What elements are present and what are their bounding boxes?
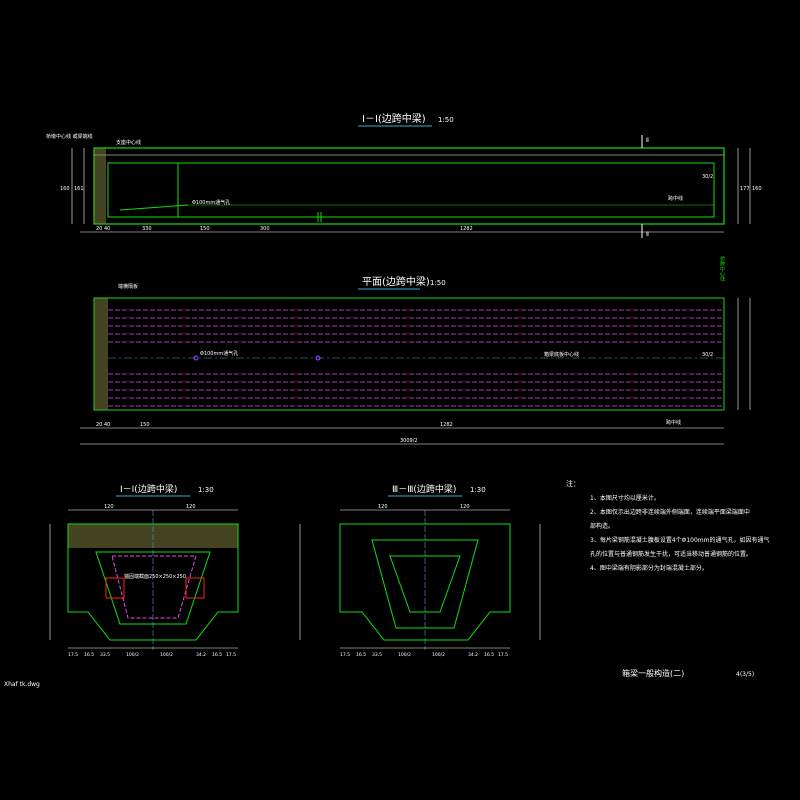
dim-text: 120 [186,504,196,510]
drawing-title: 箱梁一般构造(二) [622,668,684,678]
dim-text: 17.5 [498,652,508,658]
dim-text: 33.5 [100,652,110,658]
dim-text: 17.5 [68,652,78,658]
dim-text: 34.2 [468,652,478,658]
note-line: 2、本图仅示出边跨非连续端外侧端面，连续端平面梁端面中 [590,508,750,516]
dim-text: 100/2 [160,652,173,658]
plan-outline [93,297,725,411]
plan-span-label: 跨中线 [666,419,681,426]
dim-text: 20 [96,422,102,428]
end-block-hatch [94,148,106,224]
beam-outline [93,147,725,225]
dim-text: 3009/2 [400,438,418,444]
note-line: 3、每片梁钢筋混凝土腹板设置4个Φ100mm的通气孔，如因有通气 [590,536,770,544]
cad-drawing-canvas: Ⅰ－Ⅰ(边跨中梁) 1:50 Ⅱ Ⅱ 支座中心线 桥墩中心线 或梁端线 Φ100… [0,0,800,800]
dim-text: 1282 [440,422,453,428]
dim-text: 34.2 [196,652,206,658]
section-i-title: Ⅰ－Ⅰ(边跨中梁) [362,112,426,125]
dim-text: 40 [104,226,110,232]
section-ii-dims: 17.5 16.5 33.5 100/2 100/2 34.2 16.5 17.5 [68,652,236,658]
support-center-label: 支座中心线 [116,139,141,146]
span-center-label: 跨中线 [668,195,683,202]
vertical-note: 桥跨中心线 [719,255,725,281]
tendon-profile [111,555,197,619]
dim-text: 16.5 [84,652,94,658]
section-i-scale: 1:50 [438,116,454,124]
bridge-center-label: 桥墩中心线 或梁端线 [46,133,93,140]
plan-diaphragm-label: 端横隔板 [118,283,138,290]
bottom-dims: 20 40 330 150 300 1282 [96,226,473,232]
dim-text: 16.5 [356,652,366,658]
dim-text: 17.5 [226,652,236,658]
dim-text: 160 [60,186,70,192]
box-dim-label: 锚固端截面250×250×250 [124,573,186,580]
page-number: 4(3/5) [736,671,754,678]
dim-text: 16.5 [484,652,494,658]
section-iii: Ⅲ－Ⅲ(边跨中梁) 1:30 120 120 17.5 16.5 33.5 100/2… [299,483,541,658]
notes-items: 1、本图尺寸均以厘米计。2、本图仅示出边跨非连续端外侧端面，连续端平面梁端面中 … [590,494,770,572]
dim-text: 16.5 [212,652,222,658]
cut-label: Ⅱ [646,137,649,144]
plan-title: 平面(边跨中梁) [362,275,430,288]
dim-text: 20 [96,226,102,232]
dim-text: 150 [140,422,150,428]
section-ii-scale: 1:30 [198,486,214,494]
notes-block: 注： 1、本图尺寸均以厘米计。 2、本图仅示出边跨非连续端外侧端面，连续端平面梁端… [566,479,770,572]
note-line: 部构造。 [590,522,614,530]
note-line: 4、图中梁端有阴影部分为封端混凝土部分。 [590,564,708,572]
dim-text: 177 [740,186,750,192]
dim-text: 100/2 [432,652,445,658]
notes-heading: 注： [566,479,580,488]
dim-text: 120 [378,504,388,510]
plan-view: 平面(边跨中梁) 1:50 Φ100mm通气孔 箱梁底板中心线 30/2 端横隔… [80,255,751,445]
file-name: Xhaf tk.dwg [4,681,40,688]
dim-text: 120 [460,504,470,510]
section-iii-scale: 1:30 [470,486,486,494]
dim-text: 120 [104,504,114,510]
dim-text: 40 [104,422,110,428]
plan-scale: 1:50 [430,279,446,287]
plan-center-label: 箱梁底板中心线 [544,351,579,358]
section-iii-title: Ⅲ－Ⅲ(边跨中梁) [392,483,456,495]
plan-vent-label: Φ100mm通气孔 [200,350,238,357]
anchor-box [105,577,125,599]
drawing-svg: Ⅰ－Ⅰ(边跨中梁) 1:50 Ⅱ Ⅱ 支座中心线 桥墩中心线 或梁端线 Φ100… [4,112,770,688]
beam-inner [107,162,715,218]
dim-text: 160 [752,186,762,192]
dim-text: 161 [74,186,84,192]
dim-text: 330 [142,226,152,232]
plan-end-hatch [94,298,108,410]
plan-ratio: 30/2 [702,352,713,358]
note-line: 1、本图尺寸均以厘米计。 [590,494,660,502]
section-ii-title: Ⅰ－Ⅰ(边跨中梁) [120,483,177,495]
dim-text: 17.5 [340,652,350,658]
note-line: 孔的位置与普通钢筋发生干扰，可适当移动普通钢筋的位置。 [590,550,752,558]
section-ii: Ⅰ－Ⅰ(边跨中梁) 1:30 锚固端截面250×250×250 120 120 … [49,483,239,658]
ratio-label: 30/2 [702,174,713,180]
dim-text: 1282 [460,226,473,232]
dim-text: 150 [200,226,210,232]
vent-label: Φ100mm通气孔 [192,199,230,206]
section-i-elevation: Ⅰ－Ⅰ(边跨中梁) 1:50 Ⅱ Ⅱ 支座中心线 桥墩中心线 或梁端线 Φ100… [46,112,762,238]
dim-text: 100/2 [398,652,411,658]
plan-dims: 20 40 150 1282 3009/2 [96,422,453,444]
section-iii-dims: 17.5 16.5 33.5 100/2 100/2 34.2 16.5 17.5 [340,652,508,658]
dim-text: 33.5 [372,652,382,658]
dim-text: 300 [260,226,270,232]
dim-text: 100/2 [126,652,139,658]
